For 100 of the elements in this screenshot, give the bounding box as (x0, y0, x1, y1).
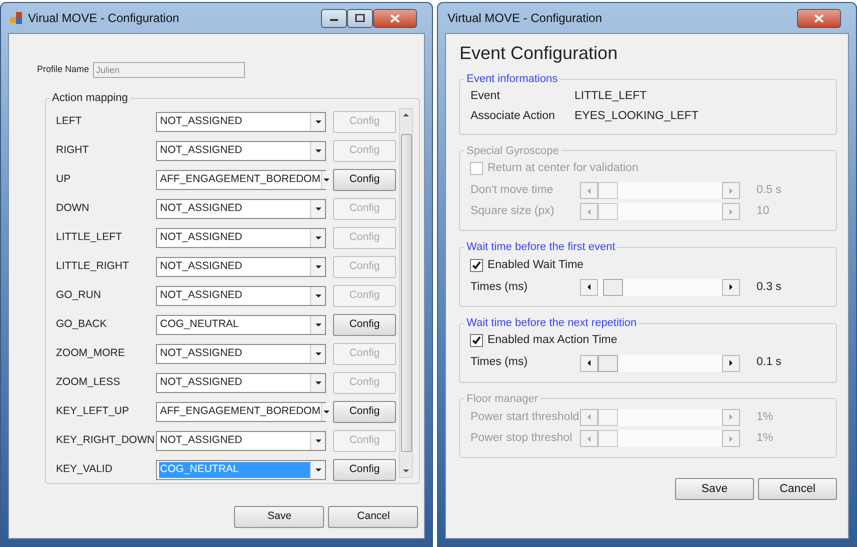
event-label: KEY_LEFT_UP (56, 404, 130, 420)
slider-label: Power stop threshol (470, 430, 574, 446)
dropdown-arrow-icon (314, 118, 322, 126)
action-dropdown[interactable]: COG_NEUTRAL (156, 315, 326, 336)
close-button[interactable] (797, 8, 841, 28)
dropdown-arrow-icon (314, 466, 322, 474)
right-arrow-icon (727, 208, 736, 216)
close-icon (814, 14, 824, 22)
slider-reading: 0.5 s (756, 182, 782, 198)
checkbox[interactable] (470, 258, 484, 272)
slider-right-button[interactable] (722, 354, 740, 372)
event-label: ZOOM_MORE (56, 346, 126, 362)
dropdown-value: COG_NEUTRAL (159, 462, 310, 478)
checkbox-label: Enabled Wait Time (487, 258, 584, 273)
dialog-button[interactable]: Save (234, 506, 324, 528)
left-arrow-icon (585, 208, 594, 216)
right-arrow-icon (727, 283, 736, 292)
dialog-button[interactable]: Cancel (758, 478, 837, 500)
info-label: Event (470, 89, 501, 104)
action-dropdown[interactable]: NOT_ASSIGNED (156, 228, 326, 248)
action-dropdown[interactable]: NOT_ASSIGNED (156, 199, 326, 220)
right-arrow-icon (727, 413, 736, 422)
dropdown-arrow-icon (314, 437, 322, 446)
group-title: Floor manager (465, 392, 540, 405)
slider-reading: 0.1 s (756, 355, 782, 370)
maximize-button[interactable] (347, 8, 374, 28)
checkbox-label: Enabled max Action Time (487, 333, 618, 348)
slider-label: Square size (px) (470, 204, 556, 220)
close-button[interactable] (373, 8, 418, 28)
scrollbar[interactable] (399, 108, 414, 478)
slider-thumb[interactable] (598, 354, 618, 372)
event-label: KEY_RIGHT_DOWN (56, 433, 156, 448)
dropdown-value: NOT_ASSIGNED (159, 433, 244, 448)
config-button[interactable]: Config (333, 401, 396, 424)
dialog-button[interactable]: Cancel (328, 506, 418, 528)
config-button[interactable]: Config (333, 169, 396, 192)
left-arrow-icon (585, 283, 594, 292)
slider-right-button[interactable] (722, 278, 740, 296)
close-icon (390, 14, 400, 22)
scroll-thumb[interactable] (400, 134, 412, 452)
right-arrow-icon (727, 186, 736, 195)
dropdown-arrow-icon (314, 205, 322, 214)
event-label: LITTLE_LEFT (56, 230, 123, 246)
event-label: KEY_VALID (56, 462, 114, 478)
left-arrow-icon (585, 434, 594, 443)
event-label: UP (56, 172, 72, 188)
action-dropdown[interactable]: NOT_ASSIGNED (156, 286, 326, 306)
dropdown-value: NOT_ASSIGNED (159, 288, 244, 304)
group-title: Action mapping (51, 92, 129, 104)
slider-label: Power start threshold (470, 410, 580, 425)
config-button[interactable]: Config (333, 459, 396, 482)
dropdown-value: NOT_ASSIGNED (159, 346, 244, 362)
dropdown-arrow-icon (314, 147, 322, 156)
info-value: LITTLE_LEFT (574, 89, 647, 104)
dialog-heading: Event Configuration (459, 42, 619, 65)
slider-label: Times (ms) (470, 355, 529, 370)
action-dropdown[interactable]: NOT_ASSIGNED (156, 344, 326, 364)
checkbox[interactable] (470, 334, 484, 348)
event-label: GO_RUN (56, 288, 102, 304)
field-label: Profile Name (37, 63, 90, 76)
event-label: DOWN (56, 201, 90, 216)
dialog-button[interactable]: Save (675, 478, 754, 500)
slider-label: Don't move time (470, 182, 554, 198)
action-dropdown[interactable]: NOT_ASSIGNED (156, 373, 326, 394)
slider-thumb[interactable] (602, 278, 623, 296)
dropdown-arrow-icon (314, 292, 322, 300)
left-arrow-icon (585, 359, 594, 367)
left-arrow-icon (585, 186, 594, 195)
dropdown-arrow-icon (314, 234, 322, 242)
checkbox-label: Return at center for validation (487, 160, 638, 176)
dropdown-value: NOT_ASSIGNED (159, 375, 244, 390)
dropdown-value: NOT_ASSIGNED (159, 259, 244, 274)
dropdown-arrow-icon (314, 263, 322, 272)
dropdown-arrow-icon (322, 408, 332, 416)
slider-left-button[interactable] (580, 354, 598, 372)
event-label: LITTLE_RIGHT (56, 259, 130, 274)
slider-left-button[interactable] (580, 278, 598, 296)
group-title: Wait time before the next repetition (465, 317, 638, 330)
slider-label: Times (ms) (470, 280, 529, 295)
group-title: Event informations (465, 73, 559, 86)
action-dropdown[interactable]: NOT_ASSIGNED (156, 431, 326, 452)
config-button[interactable]: Config (333, 314, 396, 336)
dropdown-value: AFF_ENGAGEMENT_BOREDOM (159, 172, 322, 188)
group-title: Wait time before the first event (465, 241, 616, 254)
event-label: RIGHT (56, 143, 90, 158)
action-dropdown[interactable]: NOT_ASSIGNED (156, 141, 326, 162)
right-arrow-icon (727, 359, 736, 367)
maximize-icon (355, 14, 366, 22)
info-value: EYES_LOOKING_LEFT (574, 109, 698, 124)
action-dropdown[interactable]: NOT_ASSIGNED (156, 257, 326, 278)
dropdown-arrow-icon (314, 350, 322, 358)
dropdown-value: NOT_ASSIGNED (159, 143, 244, 158)
minimize-button[interactable] (321, 8, 348, 28)
window-title: Virual MOVE - Configuration (28, 10, 180, 27)
dropdown-value: NOT_ASSIGNED (159, 114, 244, 130)
dropdown-value: NOT_ASSIGNED (159, 230, 244, 246)
event-label: LEFT (56, 114, 83, 130)
dropdown-value: AFF_ENGAGEMENT_BOREDOM (159, 404, 322, 420)
app-icon (10, 12, 22, 24)
action-dropdown[interactable]: NOT_ASSIGNED (156, 112, 326, 132)
